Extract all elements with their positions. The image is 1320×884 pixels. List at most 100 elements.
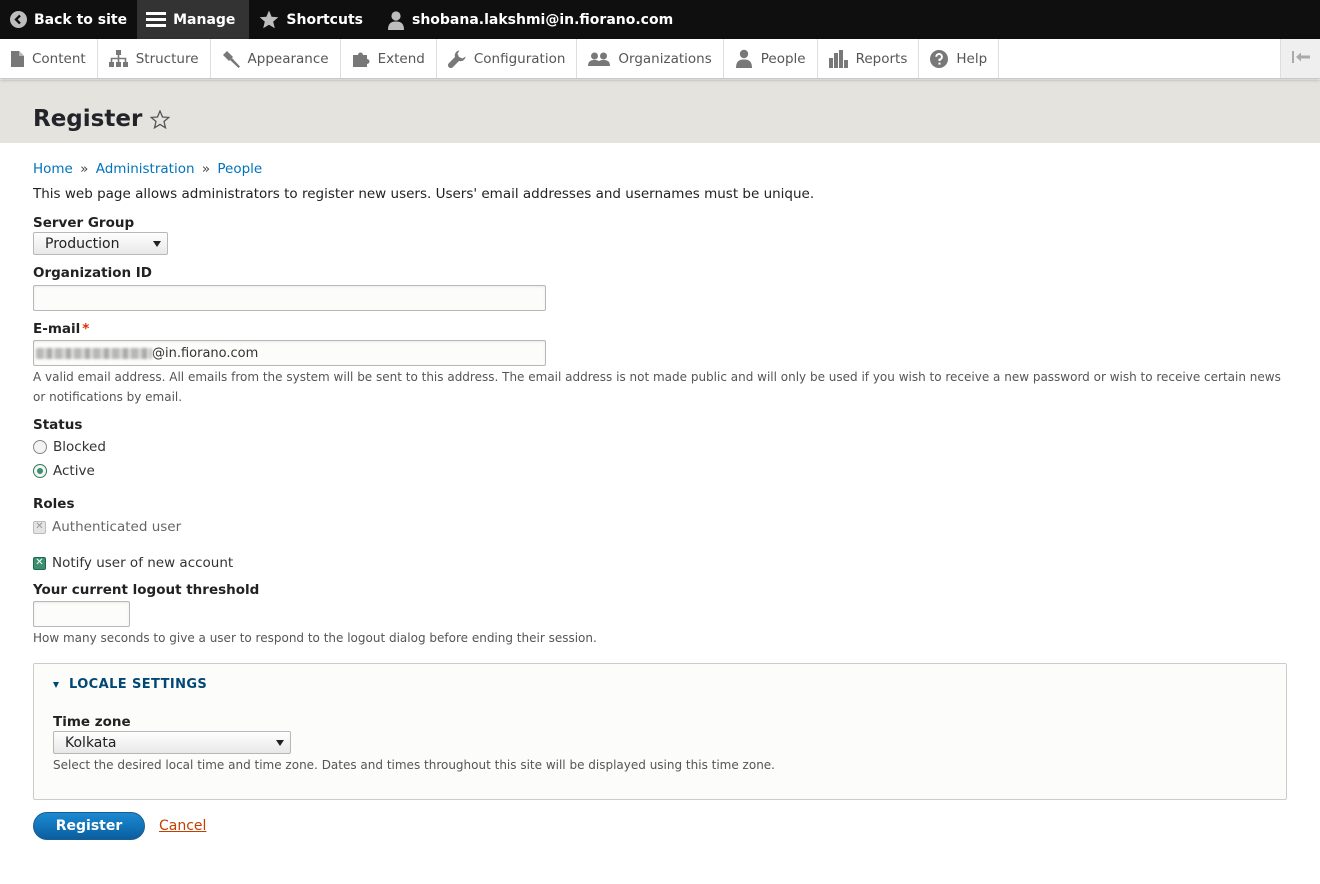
help-icon bbox=[930, 49, 949, 68]
admin-toolbar: Back to site Manage Shortcuts shobana.la… bbox=[0, 0, 1320, 39]
email-label: E-mail bbox=[33, 321, 81, 337]
organization-id-field: Organization ID bbox=[33, 265, 1287, 311]
back-arrow-icon bbox=[10, 11, 27, 28]
collapse-left-icon bbox=[1291, 50, 1310, 67]
email-description: A valid email address. All emails from t… bbox=[33, 370, 1281, 404]
menu-item-label: Structure bbox=[135, 50, 199, 67]
menu-item-label: Extend bbox=[377, 50, 425, 67]
logout-threshold-field: Your current logout threshold How many s… bbox=[33, 582, 1287, 648]
email-field: E-mail * @in.fiorano.com A valid email ad… bbox=[33, 321, 1287, 407]
role-authenticated-option: ✕ Authenticated user bbox=[33, 519, 1287, 535]
organization-id-label: Organization ID bbox=[33, 265, 153, 281]
favorite-star-icon[interactable] bbox=[149, 109, 171, 133]
breadcrumb-separator: » bbox=[201, 161, 211, 177]
redacted-username bbox=[36, 347, 152, 359]
menu-item-reports[interactable]: Reports bbox=[818, 39, 920, 78]
breadcrumb-separator: » bbox=[80, 161, 89, 177]
tray-spacer bbox=[999, 39, 1280, 78]
register-button[interactable]: Register bbox=[33, 812, 145, 840]
status-blocked-option[interactable]: Blocked bbox=[33, 439, 1287, 455]
email-label-wrap: E-mail * bbox=[33, 321, 1287, 337]
page-title: Register bbox=[33, 106, 143, 132]
person-icon bbox=[735, 49, 753, 68]
organization-id-input[interactable] bbox=[33, 285, 546, 311]
menu-item-structure[interactable]: Structure bbox=[98, 39, 211, 78]
paint-icon bbox=[222, 50, 240, 68]
roles-field: Roles ✕ Authenticated user bbox=[33, 496, 1287, 535]
menu-item-content[interactable]: Content bbox=[0, 39, 98, 78]
menu-item-organizations[interactable]: Organizations bbox=[577, 39, 724, 78]
file-icon bbox=[11, 50, 24, 67]
logout-threshold-description: How many seconds to give a user to respo… bbox=[33, 631, 597, 645]
breadcrumb-administration-link[interactable]: Administration bbox=[96, 161, 195, 177]
locale-settings-title: LOCALE SETTINGS bbox=[69, 677, 208, 692]
email-domain: @in.fiorano.com bbox=[152, 345, 259, 361]
server-group-label: Server Group bbox=[33, 215, 135, 231]
timezone-label: Time zone bbox=[53, 714, 131, 730]
timezone-description: Select the desired local time and time z… bbox=[53, 758, 775, 772]
triangle-down-icon bbox=[53, 681, 59, 688]
manage-tab[interactable]: Manage bbox=[137, 0, 250, 39]
notify-checkbox[interactable]: ✕ bbox=[33, 556, 46, 570]
admin-menu-tray: Content Structure Appearance Extend Conf… bbox=[0, 39, 1320, 79]
menu-item-people[interactable]: People bbox=[724, 39, 818, 78]
server-group-select[interactable]: Production bbox=[33, 232, 168, 255]
server-group-value: Production bbox=[45, 235, 120, 252]
notify-label: Notify user of new account bbox=[52, 555, 234, 571]
menu-item-label: Help bbox=[956, 50, 988, 67]
active-radio[interactable] bbox=[33, 464, 47, 478]
star-icon bbox=[259, 10, 279, 29]
timezone-field: Time zone Kolkata Select the desired loc… bbox=[53, 714, 1267, 775]
menu-item-configuration[interactable]: Configuration bbox=[437, 39, 578, 78]
breadcrumb-people-link[interactable]: People bbox=[217, 161, 262, 177]
required-marker: * bbox=[82, 321, 90, 337]
breadcrumb: Home » Administration » People bbox=[33, 161, 1287, 177]
back-to-site-label: Back to site bbox=[34, 11, 128, 28]
locale-settings-toggle[interactable]: LOCALE SETTINGS bbox=[53, 677, 1267, 692]
chevron-down-icon bbox=[153, 240, 161, 247]
status-label: Status bbox=[33, 417, 83, 433]
shortcuts-tab[interactable]: Shortcuts bbox=[249, 0, 373, 39]
breadcrumb-home-link[interactable]: Home bbox=[33, 161, 73, 177]
chevron-down-icon bbox=[276, 739, 284, 746]
intro-text: This web page allows administrators to r… bbox=[33, 186, 815, 202]
menu-item-appearance[interactable]: Appearance bbox=[211, 39, 341, 78]
logout-threshold-label: Your current logout threshold bbox=[33, 582, 260, 598]
menu-item-help[interactable]: Help bbox=[919, 39, 1000, 78]
authenticated-user-checkbox: ✕ bbox=[33, 520, 46, 534]
tray-orientation-toggle[interactable] bbox=[1280, 39, 1320, 78]
notify-option[interactable]: ✕ Notify user of new account bbox=[33, 555, 1287, 571]
menu-item-label: Configuration bbox=[473, 50, 566, 67]
group-icon bbox=[588, 51, 611, 67]
cancel-link[interactable]: Cancel bbox=[159, 818, 206, 834]
puzzle-icon bbox=[352, 50, 370, 68]
page-header: Register bbox=[0, 80, 1320, 143]
main-content: Home » Administration » People This web … bbox=[0, 161, 1320, 840]
form-actions: Register Cancel bbox=[33, 812, 1287, 840]
manage-label: Manage bbox=[173, 11, 236, 28]
active-label: Active bbox=[53, 463, 95, 479]
bar-chart-icon bbox=[828, 49, 848, 68]
menu-item-label: Reports bbox=[855, 50, 908, 67]
authenticated-user-label: Authenticated user bbox=[52, 519, 182, 535]
status-field: Status Blocked Active bbox=[33, 417, 1287, 479]
timezone-select[interactable]: Kolkata bbox=[53, 731, 291, 754]
status-active-option[interactable]: Active bbox=[33, 463, 1287, 479]
menu-item-label: People bbox=[760, 50, 806, 67]
menu-item-label: Appearance bbox=[247, 50, 329, 67]
user-icon bbox=[387, 10, 405, 30]
shortcuts-label: Shortcuts bbox=[286, 11, 363, 28]
email-input[interactable]: @in.fiorano.com bbox=[33, 340, 546, 366]
locale-settings-panel: LOCALE SETTINGS Time zone Kolkata Select… bbox=[33, 663, 1287, 800]
back-to-site-link[interactable]: Back to site bbox=[0, 0, 137, 39]
menu-item-label: Content bbox=[32, 50, 86, 67]
logout-threshold-input[interactable] bbox=[33, 601, 130, 627]
menu-item-label: Organizations bbox=[618, 50, 712, 67]
blocked-radio[interactable] bbox=[33, 440, 47, 454]
wrench-icon bbox=[447, 50, 466, 68]
user-tab[interactable]: shobana.lakshmi@in.fiorano.com bbox=[373, 0, 683, 39]
timezone-value: Kolkata bbox=[65, 734, 117, 751]
sitemap-icon bbox=[108, 50, 128, 67]
server-group-field: Server Group Production bbox=[33, 215, 1287, 255]
menu-item-extend[interactable]: Extend bbox=[341, 39, 437, 78]
